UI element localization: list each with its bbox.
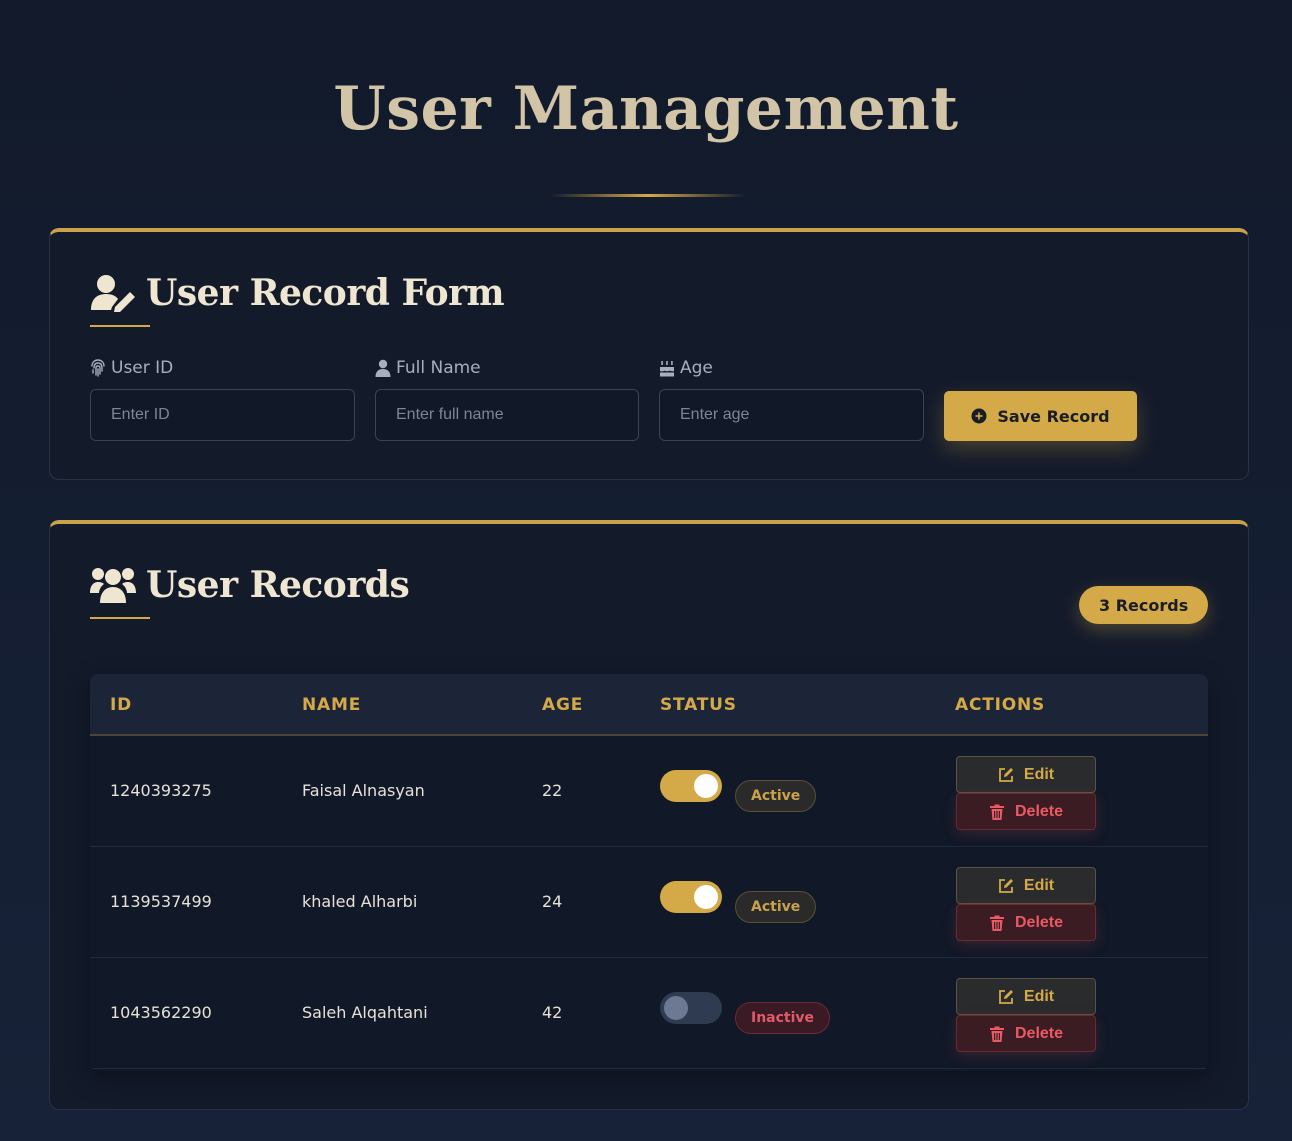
full-name-label-text: Full Name [396,358,481,378]
age-input[interactable] [659,389,924,441]
save-record-button[interactable]: Save Record [944,391,1137,441]
edit-icon [998,878,1013,893]
edit-icon [998,767,1013,782]
column-header-name: NAME [302,695,362,715]
record-count-badge: 3 Records [1079,586,1209,624]
full-name-input[interactable] [375,389,639,441]
status-badge: Active [735,780,817,812]
page-title: User Management [333,74,959,144]
age-label-text: Age [680,358,713,378]
delete-button[interactable]: Delete [956,904,1096,941]
edit-label: Edit [1023,765,1055,783]
form-title-text: User Record Form [146,272,505,314]
cell-name: khaled Alharbi [302,892,418,911]
status-toggle[interactable] [660,992,722,1024]
delete-button[interactable]: Delete [956,1015,1096,1052]
plus-circle-icon [971,408,987,424]
edit-button[interactable]: Edit [956,756,1096,793]
edit-icon [998,989,1013,1004]
table-row: 1139537499 khaled Alharbi 24 Active Edit [90,847,1208,958]
users-icon [90,568,136,603]
column-header-id: ID [110,695,133,715]
toggle-knob [694,774,718,798]
trash-icon [989,804,1004,820]
cell-id: 1043562290 [110,1003,212,1022]
user-id-label-text: User ID [111,358,174,378]
fingerprint-icon [91,359,105,377]
save-record-label: Save Record [997,406,1110,426]
user-records-card: User Records 3 Records ID NAME AGE STATU… [49,520,1249,1110]
toggle-knob [694,885,718,909]
column-header-age: AGE [542,695,584,715]
title-divider [550,194,746,197]
records-title-underline [90,617,150,619]
records-title-text: User Records [146,564,410,606]
status-toggle[interactable] [660,881,722,913]
user-edit-icon [91,275,135,312]
column-header-actions: ACTIONS [955,695,1046,715]
user-id-label: User ID [90,358,173,378]
age-label: Age [659,358,713,378]
user-id-input[interactable] [90,389,355,441]
table-header: ID NAME AGE STATUS ACTIONS [90,674,1208,736]
cell-age: 24 [542,892,563,911]
birthday-cake-icon [660,361,674,377]
form-title-underline [90,325,150,327]
edit-label: Edit [1023,876,1055,894]
delete-label: Delete [1014,1024,1064,1042]
delete-label: Delete [1014,802,1064,820]
records-table: ID NAME AGE STATUS ACTIONS 1240393275 Fa… [90,674,1208,1071]
full-name-label: Full Name [375,358,481,378]
records-title: User Records [90,564,410,606]
cell-name: Faisal Alnasyan [302,781,425,800]
edit-label: Edit [1023,987,1055,1005]
table-row: 1240393275 Faisal Alnasyan 22 Active Edi… [90,736,1208,847]
edit-button[interactable]: Edit [956,978,1096,1015]
status-badge: Active [735,891,817,923]
form-title: User Record Form [90,272,505,314]
trash-icon [989,1026,1004,1042]
delete-button[interactable]: Delete [956,793,1096,830]
toggle-knob [664,996,688,1020]
status-toggle[interactable] [660,770,722,802]
status-badge: Inactive [735,1002,831,1034]
delete-label: Delete [1014,913,1064,931]
cell-id: 1139537499 [110,892,212,911]
trash-icon [989,915,1004,931]
user-icon [375,359,391,377]
column-header-status: STATUS [660,695,737,715]
cell-age: 22 [542,781,563,800]
cell-name: Saleh Alqahtani [302,1003,428,1022]
table-row: 1043562290 Saleh Alqahtani 42 Inactive E… [90,958,1208,1069]
cell-age: 42 [542,1003,563,1022]
user-record-form-card: User Record Form User ID Full Name [49,228,1249,480]
edit-button[interactable]: Edit [956,867,1096,904]
cell-id: 1240393275 [110,781,212,800]
